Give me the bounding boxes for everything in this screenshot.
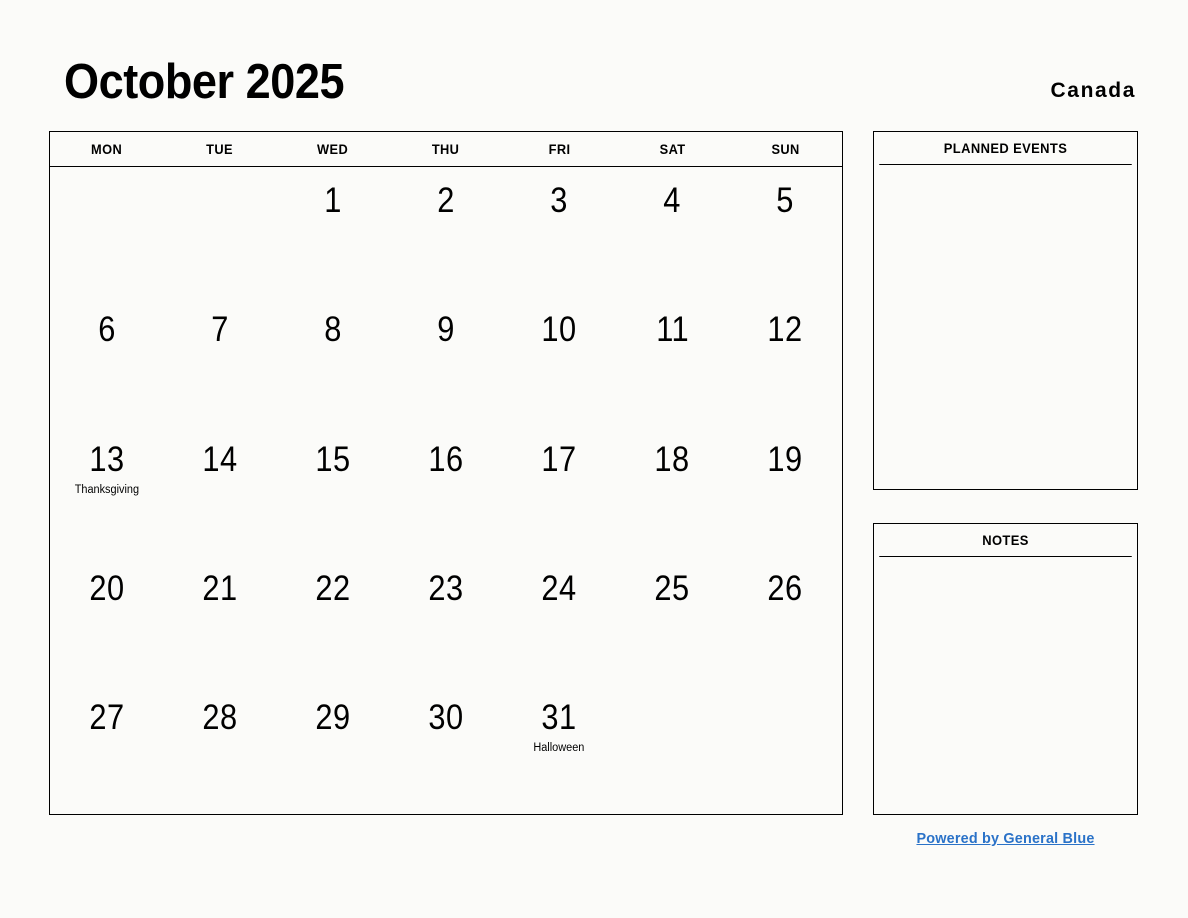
calendar-day-19[interactable]: 19: [729, 426, 842, 555]
calendar-day-31[interactable]: 31 Halloween: [503, 684, 616, 813]
calendar-day-22[interactable]: 22: [276, 555, 389, 684]
calendar-day-28[interactable]: 28: [163, 684, 276, 813]
weekday-header-sun: SUN: [771, 141, 800, 157]
weekday-header-wed: WED: [317, 141, 349, 157]
calendar-day-11[interactable]: 11: [616, 296, 729, 425]
day-number: 4: [663, 181, 682, 220]
calendar-day-30[interactable]: 30: [389, 684, 502, 813]
weekday-header-sat: SAT: [659, 141, 686, 157]
calendar-weeks: 1 2 3 4 5 6 7 8 9 10 11 12 13 Thanksgiving 14 15 16 17 18 1…: [50, 167, 842, 814]
day-number: 27: [88, 698, 125, 738]
day-number: 12: [767, 310, 803, 350]
day-number: 19: [767, 439, 803, 479]
calendar-day-21[interactable]: 21: [163, 555, 276, 684]
calendar-day-27[interactable]: 27: [50, 684, 163, 813]
powered-by-link[interactable]: Powered by General Blue: [878, 830, 1132, 847]
calendar-day-13[interactable]: 13 Thanksgiving: [50, 426, 163, 555]
calendar-day-empty: [729, 684, 842, 813]
planned-events-body[interactable]: [874, 165, 1137, 489]
calendar-day-16[interactable]: 16: [389, 426, 502, 555]
calendar-day-20[interactable]: 20: [50, 555, 163, 684]
calendar-week-row: 6 7 8 9 10 11 12: [50, 296, 842, 425]
calendar-day-18[interactable]: 18: [616, 426, 729, 555]
calendar-day-empty: [616, 684, 729, 813]
calendar-day-15[interactable]: 15: [276, 426, 389, 555]
day-number: 31: [541, 698, 577, 738]
calendar-day-29[interactable]: 29: [276, 684, 389, 813]
day-number: 30: [428, 698, 464, 738]
notes-body[interactable]: [874, 557, 1137, 814]
calendar-day-6[interactable]: 6: [50, 296, 163, 425]
page-title: October 2025: [64, 55, 345, 109]
day-number: 29: [315, 698, 351, 738]
day-number: 8: [324, 310, 342, 350]
day-event-label: Thanksgiving: [74, 483, 139, 496]
page-header: October 2025 Canada: [0, 0, 1188, 131]
calendar-day-25[interactable]: 25: [616, 555, 729, 684]
day-event-label: Halloween: [533, 742, 585, 755]
day-number: 18: [654, 439, 690, 479]
country-label: Canada: [1050, 79, 1136, 102]
notes-title: NOTES: [879, 524, 1132, 557]
calendar-week-row: 27 28 29 30 31 Halloween: [50, 684, 842, 813]
calendar-day-14[interactable]: 14: [163, 426, 276, 555]
calendar-day-10[interactable]: 10: [503, 296, 616, 425]
calendar-day-7[interactable]: 7: [163, 296, 276, 425]
calendar-day-4[interactable]: 4: [616, 167, 729, 296]
calendar-day-8[interactable]: 8: [276, 296, 389, 425]
calendar-grid: MON TUE WED THU FRI SAT SUN 1 2 3 4 5 6 7 8 9 10 11 12 13 T…: [49, 131, 843, 815]
day-number: 7: [210, 310, 229, 350]
day-number: 15: [315, 439, 351, 479]
day-number: 23: [428, 568, 464, 608]
day-number: 5: [776, 181, 795, 220]
day-number: 9: [437, 310, 455, 350]
day-number: 17: [541, 439, 577, 479]
notes-panel: NOTES: [873, 523, 1138, 815]
weekday-header-thu: THU: [432, 141, 460, 157]
calendar-page: October 2025 Canada MON TUE WED THU FRI SAT SU…: [0, 0, 1188, 918]
calendar-day-17[interactable]: 17: [503, 426, 616, 555]
calendar-day-26[interactable]: 26: [729, 555, 842, 684]
day-number: 25: [654, 568, 690, 608]
calendar-week-row: 20 21 22 23 24 25 26: [50, 555, 842, 684]
day-number: 13: [88, 439, 125, 479]
day-number: 21: [202, 568, 238, 608]
weekday-header-row: MON TUE WED THU FRI SAT SUN: [50, 132, 842, 167]
day-number: 14: [202, 439, 238, 479]
day-number: 28: [202, 698, 238, 738]
calendar-day-5[interactable]: 5: [729, 167, 842, 296]
calendar-day-9[interactable]: 9: [389, 296, 502, 425]
planned-events-title: PLANNED EVENTS: [879, 132, 1132, 165]
calendar-day-empty: [50, 167, 163, 296]
day-number: 26: [767, 568, 803, 608]
planned-events-panel: PLANNED EVENTS: [873, 131, 1138, 490]
calendar-day-24[interactable]: 24: [503, 555, 616, 684]
weekday-header-fri: FRI: [548, 141, 571, 157]
calendar-day-23[interactable]: 23: [389, 555, 502, 684]
day-number: 11: [655, 310, 689, 350]
calendar-day-3[interactable]: 3: [503, 167, 616, 296]
day-number: 24: [541, 568, 577, 608]
day-number: 20: [88, 568, 125, 608]
weekday-header-mon: MON: [91, 141, 123, 157]
calendar-day-12[interactable]: 12: [729, 296, 842, 425]
calendar-week-row: 1 2 3 4 5: [50, 167, 842, 296]
day-number: 3: [550, 181, 568, 220]
calendar-day-1[interactable]: 1: [276, 167, 389, 296]
day-number: 10: [541, 310, 577, 350]
day-number: 1: [324, 181, 342, 220]
calendar-day-2[interactable]: 2: [389, 167, 502, 296]
day-number: 2: [437, 181, 455, 220]
weekday-header-tue: TUE: [206, 141, 234, 157]
day-number: 16: [428, 439, 464, 479]
day-number: 22: [315, 568, 351, 608]
calendar-day-empty: [163, 167, 276, 296]
day-number: 6: [97, 310, 116, 350]
calendar-week-row: 13 Thanksgiving 14 15 16 17 18 19: [50, 426, 842, 555]
